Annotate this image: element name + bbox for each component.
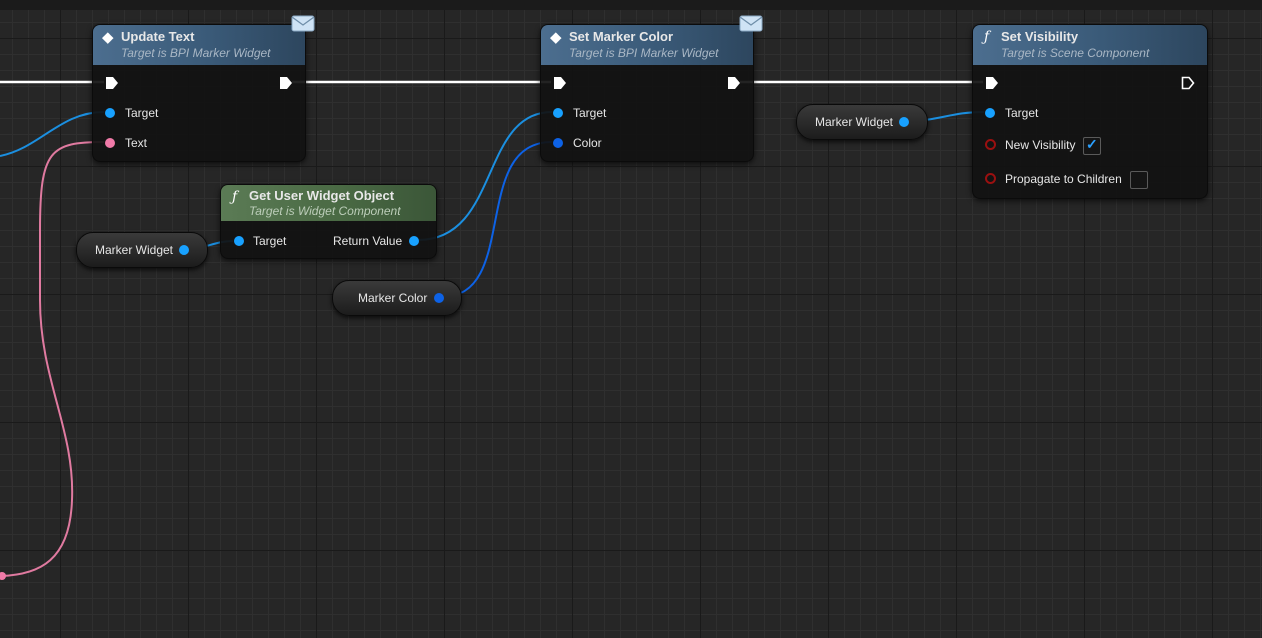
node-title: Get User Widget Object xyxy=(249,188,395,203)
marker-color-variable-node[interactable]: Marker Color xyxy=(332,280,462,316)
target-pin-label: Target xyxy=(573,106,607,120)
node-title: Set Marker Color xyxy=(569,29,674,44)
interface-message-icon: ◆ xyxy=(102,29,114,46)
function-icon: ƒ xyxy=(232,189,238,205)
return-value-label: Return Value xyxy=(333,234,403,248)
marker-widget-variable-node[interactable]: Marker Widget xyxy=(796,104,928,140)
text-pin[interactable] xyxy=(105,138,115,148)
get-user-widget-object-node[interactable]: ƒ Get User Widget Object Target is Widge… xyxy=(220,184,437,259)
envelope-icon xyxy=(291,15,315,32)
node-subtitle: Target is Scene Component xyxy=(1001,46,1150,60)
text-wire-update-text xyxy=(0,141,105,577)
object-wire-update-target xyxy=(0,111,105,157)
exec-output-pin[interactable] xyxy=(279,76,293,90)
update-text-node[interactable]: ◆ Update Text Target is BPI Marker Widge… xyxy=(92,15,315,162)
color-pin-label: Color xyxy=(573,136,602,150)
variable-output-pin[interactable] xyxy=(179,245,189,255)
propagate-pin[interactable] xyxy=(985,173,996,184)
node-header: ◆ Update Text Target is BPI Marker Widge… xyxy=(93,25,305,65)
variable-output-pin[interactable] xyxy=(434,293,444,303)
function-icon: ƒ xyxy=(984,29,990,45)
node-header: ƒ Get User Widget Object Target is Widge… xyxy=(221,185,436,221)
target-pin-label: Target xyxy=(1005,106,1039,120)
propagate-label: Propagate to Children xyxy=(1005,172,1122,186)
node-header: ƒ Set Visibility Target is Scene Compone… xyxy=(973,25,1207,65)
new-visibility-checkbox[interactable]: ✓ xyxy=(1083,136,1101,155)
object-wire-return-to-target xyxy=(417,111,553,241)
variable-label: Marker Color xyxy=(358,291,428,305)
set-marker-color-node[interactable]: ◆ Set Marker Color Target is BPI Marker … xyxy=(540,15,763,162)
variable-label: Marker Widget xyxy=(95,243,174,257)
node-title: Set Visibility xyxy=(1001,29,1079,44)
exec-input-pin[interactable] xyxy=(553,76,567,90)
exec-input-pin[interactable] xyxy=(105,76,119,90)
target-pin[interactable] xyxy=(234,236,244,246)
node-header: ◆ Set Marker Color Target is BPI Marker … xyxy=(541,25,753,65)
new-visibility-label: New Visibility xyxy=(1005,138,1076,152)
node-subtitle: Target is BPI Marker Widget xyxy=(121,46,271,60)
interface-message-icon: ◆ xyxy=(550,29,562,46)
variable-label: Marker Widget xyxy=(815,115,894,129)
new-visibility-pin[interactable] xyxy=(985,139,996,150)
checkmark-icon: ✓ xyxy=(1086,136,1098,152)
set-visibility-node[interactable]: ƒ Set Visibility Target is Scene Compone… xyxy=(972,24,1208,199)
target-pin-label: Target xyxy=(253,234,287,248)
exec-output-pin[interactable] xyxy=(727,76,741,90)
envelope-icon xyxy=(739,15,763,32)
text-pin-label: Text xyxy=(125,136,148,150)
target-pin[interactable] xyxy=(105,108,115,118)
target-pin[interactable] xyxy=(985,108,995,118)
marker-widget-variable-node[interactable]: Marker Widget xyxy=(76,232,208,268)
target-pin-label: Target xyxy=(125,106,159,120)
struct-wire-marker-color xyxy=(441,141,553,298)
propagate-checkbox[interactable] xyxy=(1130,171,1148,189)
node-subtitle: Target is BPI Marker Widget xyxy=(569,46,719,60)
color-pin[interactable] xyxy=(553,138,563,148)
exec-output-pin[interactable] xyxy=(1181,76,1195,90)
variable-output-pin[interactable] xyxy=(899,117,909,127)
target-pin[interactable] xyxy=(553,108,563,118)
return-value-pin[interactable] xyxy=(409,236,419,246)
node-subtitle: Target is Widget Component xyxy=(249,204,401,218)
node-title: Update Text xyxy=(121,29,195,44)
exec-input-pin[interactable] xyxy=(985,76,999,90)
